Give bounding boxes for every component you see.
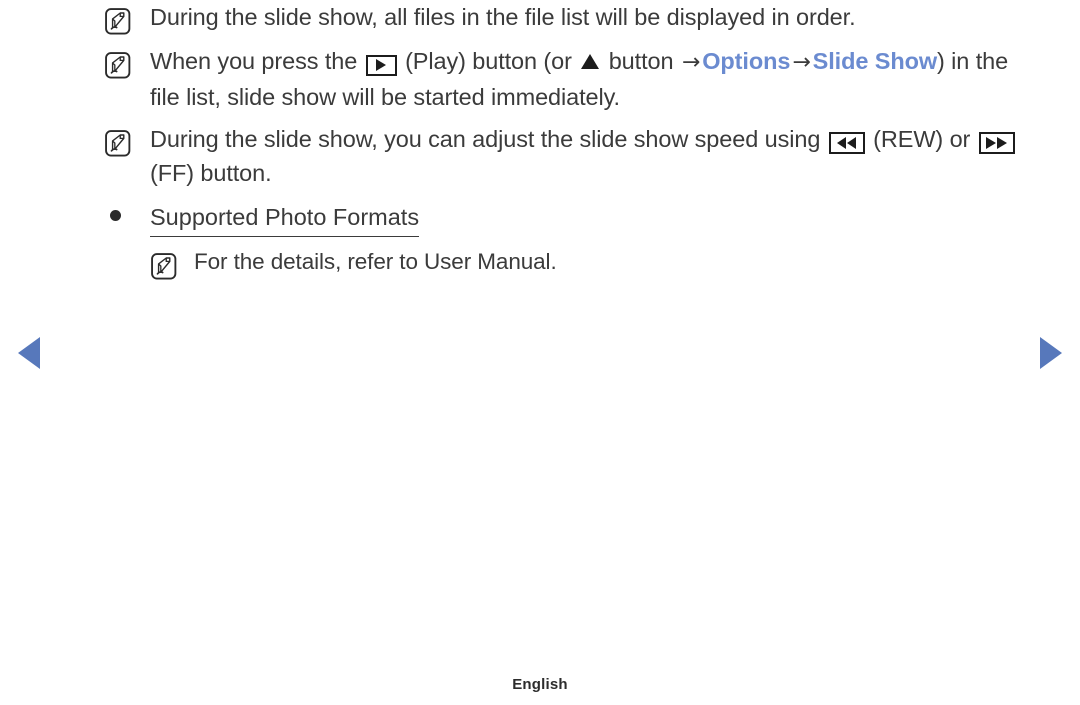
note-icon [105,130,131,157]
triangle-right-shape [997,137,1008,149]
note-row: During the slide show, you can adjust th… [104,122,1034,190]
triangle-right-shape [376,59,387,71]
note-text: When you press the (Play) button (or but… [150,44,1034,114]
note-text: During the slide show, you can adjust th… [150,122,1034,190]
note-row: When you press the (Play) button (or but… [104,44,1034,114]
note-row: For the details, refer to User Manual. [150,246,557,281]
note3-text-a: During the slide show, you can adjust th… [150,126,827,152]
manual-page: During the slide show, all files in the … [0,0,1080,705]
next-page-arrow-icon[interactable] [1040,337,1062,369]
up-arrow-icon [581,54,600,69]
note-icon [151,253,177,280]
menu-path-slide-show: Slide Show [812,48,938,74]
note-row: During the slide show, all files in the … [104,0,1034,36]
note2-text-c: button [602,48,680,74]
section-heading: Supported Photo Formats [150,200,420,237]
note-icon [105,8,131,35]
fast-forward-button-icon [978,132,1015,154]
note-icon-wrapper [104,122,150,158]
rewind-button-icon [828,132,865,154]
menu-path-options: Options [702,48,791,74]
note2-text-b: (Play) button (or [398,48,579,74]
bullet-row: Supported Photo Formats For the details,… [104,200,1034,289]
arrow-right-icon: → [681,50,701,75]
play-button-icon [365,54,397,76]
triangle-left-shape [837,137,847,149]
arrow-right-icon: → [792,50,811,75]
triangle-right-shape [986,137,997,149]
note-text: For the details, refer to User Manual. [194,246,557,278]
note-icon [105,52,131,79]
note3-text-c: (FF) button. [150,160,272,186]
page-content: During the slide show, all files in the … [104,0,1034,289]
previous-page-arrow-icon[interactable] [18,337,40,369]
note2-text-a: When you press the [150,48,364,74]
note-icon-wrapper [150,246,194,281]
subnote-text: For the details, refer to User Manual. [194,249,557,274]
note-text: During the slide show, all files in the … [150,0,1034,34]
note1-text: During the slide show, all files in the … [150,4,856,30]
bullet-dot-icon [110,210,121,221]
triangle-left-shape [847,137,857,149]
note3-text-b: (REW) or [866,126,977,152]
bullet-content: Supported Photo Formats For the details,… [150,200,557,289]
bullet-wrapper [104,200,150,221]
footer-language-label: English [512,676,568,693]
note-icon-wrapper [104,44,150,80]
note-icon-wrapper [104,0,150,36]
